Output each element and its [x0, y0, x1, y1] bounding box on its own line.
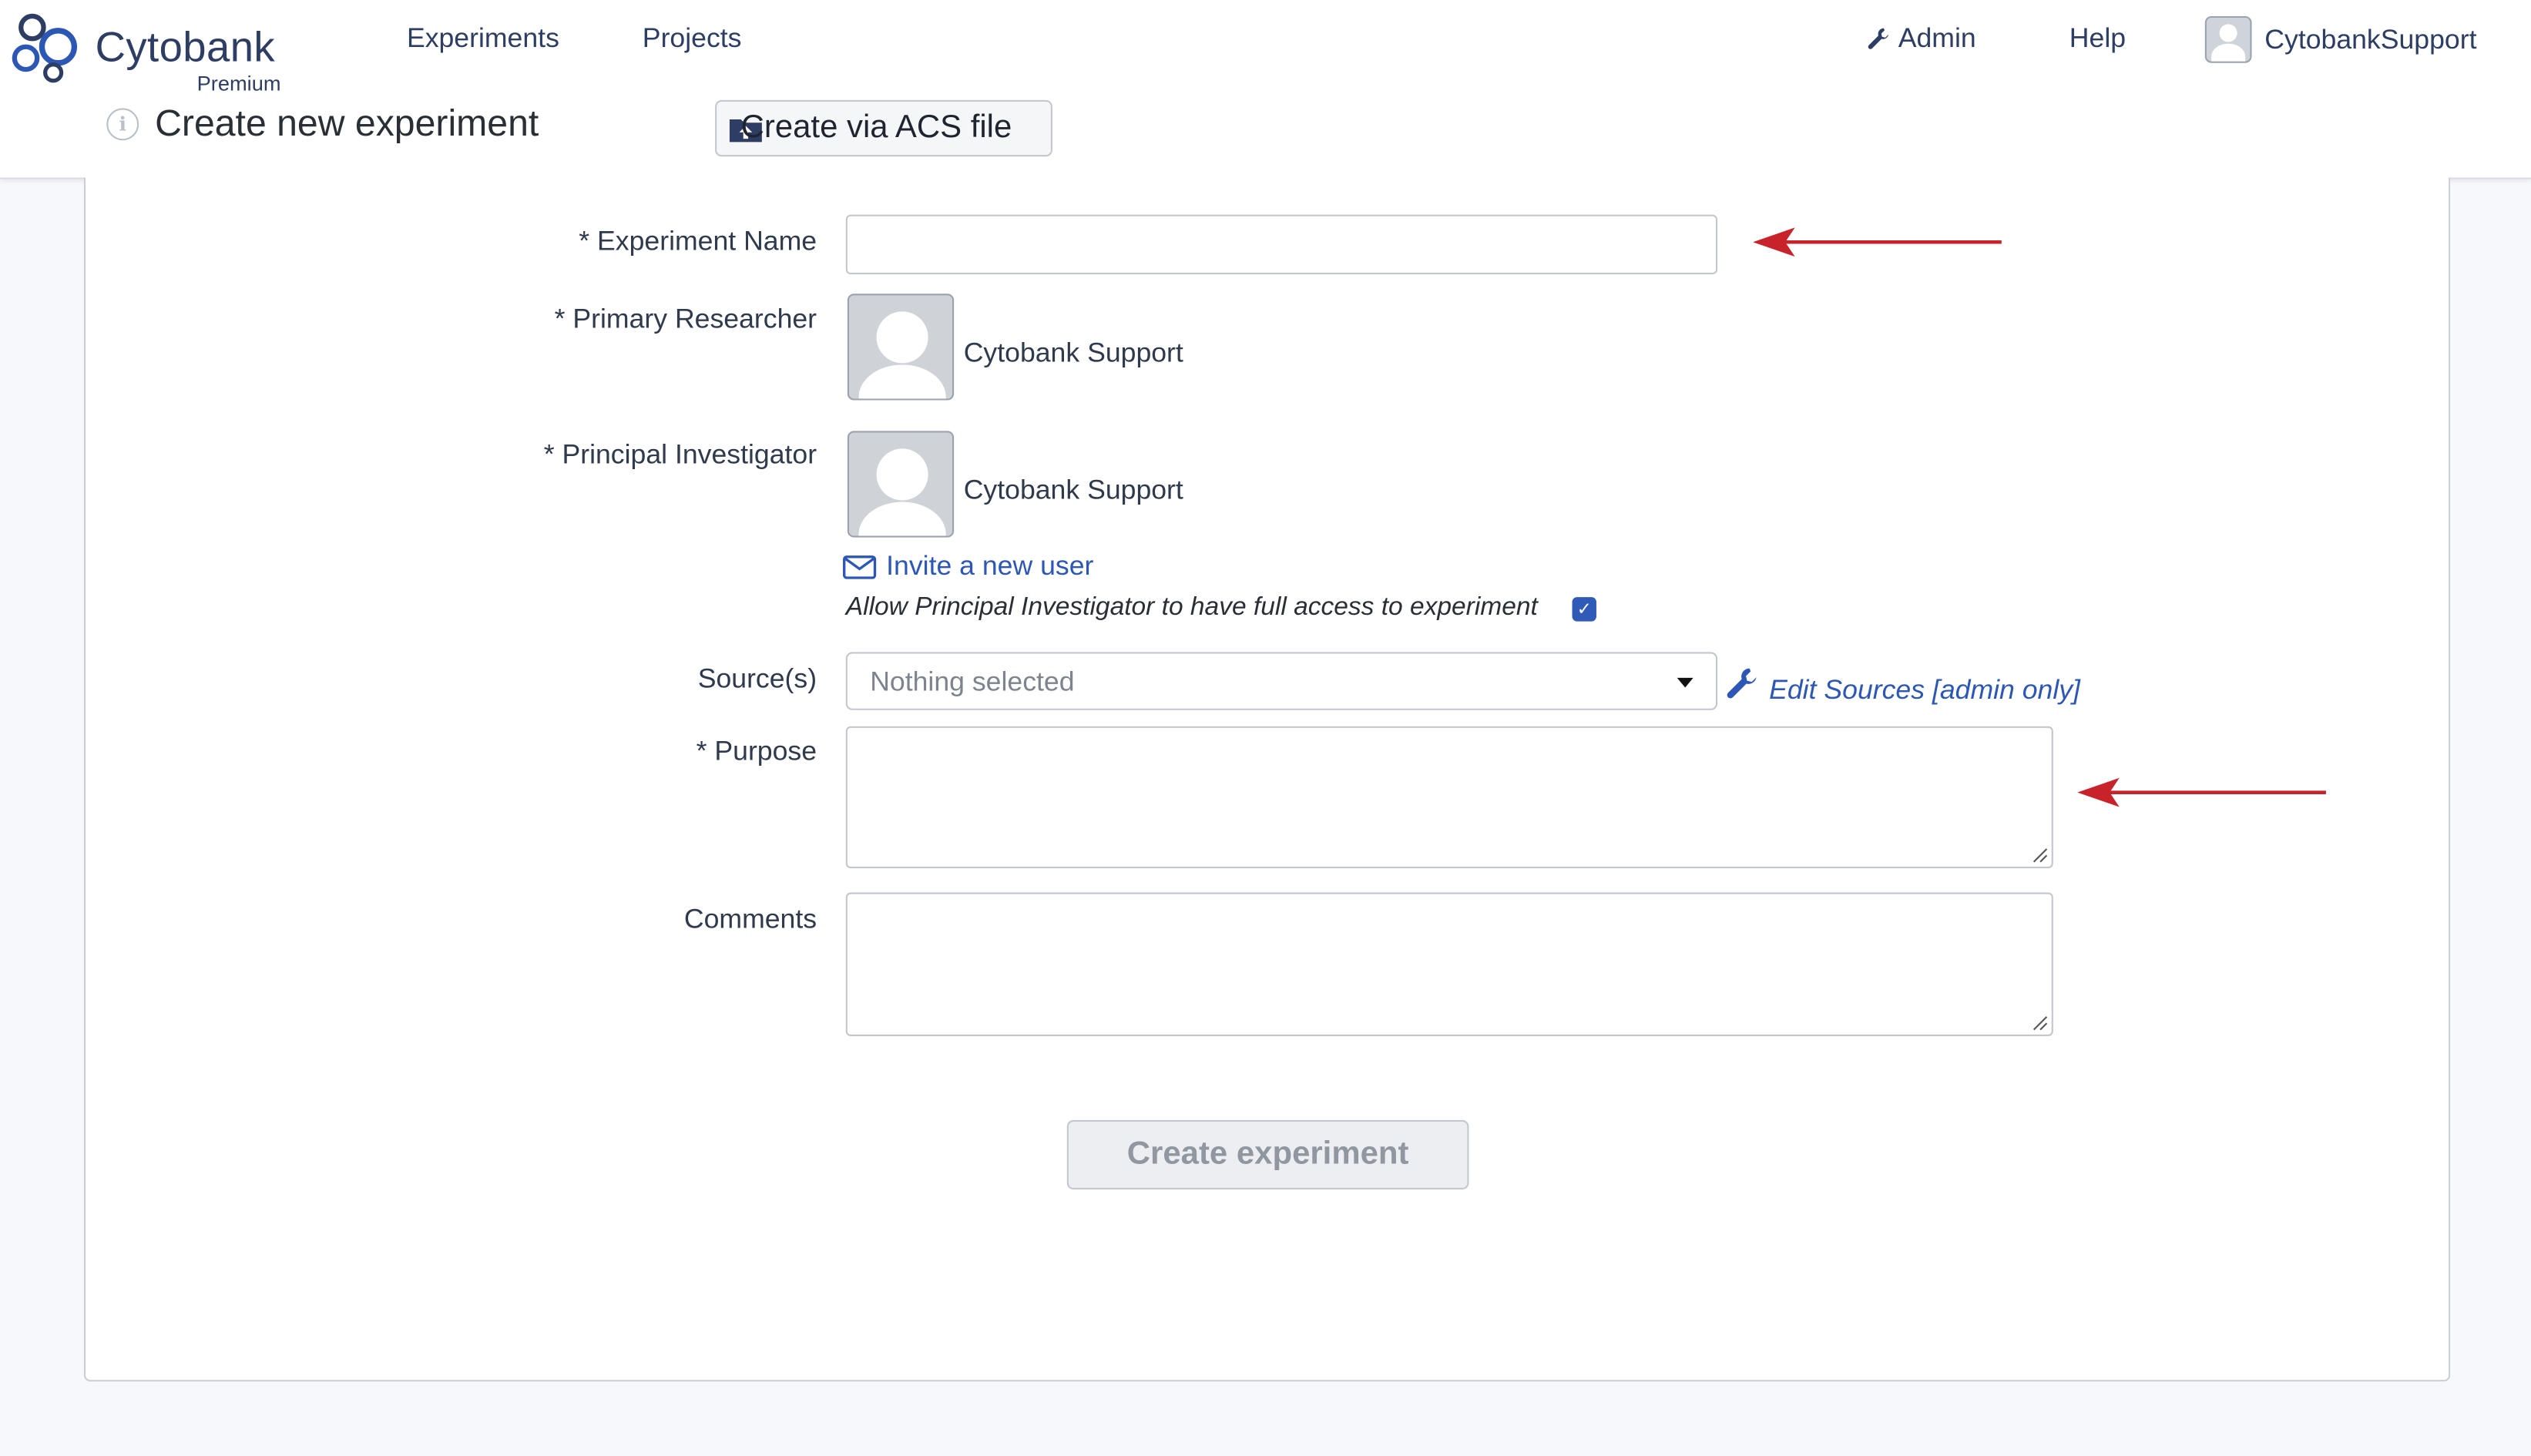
principal-investigator-label: * Principal Investigator: [543, 438, 817, 470]
comments-textarea[interactable]: [845, 892, 2053, 1036]
principal-investigator-avatar[interactable]: [847, 431, 955, 538]
nav-admin-label: Admin: [1898, 22, 1976, 54]
annotation-arrow-icon: [2077, 777, 2326, 807]
purpose-textarea[interactable]: [845, 726, 2053, 869]
comments-label: Comments: [683, 904, 817, 935]
primary-researcher-name: Cytobank Support: [963, 337, 1183, 368]
user-avatar: [2204, 15, 2252, 63]
page-title-row: i Create new experiment: [106, 102, 539, 146]
resize-handle-icon[interactable]: [2033, 847, 2049, 864]
nav-user-label: CytobankSupport: [2264, 23, 2477, 55]
experiment-name-label: * Experiment Name: [579, 226, 817, 257]
create-experiment-button[interactable]: Create experiment: [1066, 1119, 1469, 1190]
nav-admin[interactable]: Admin: [1866, 22, 1976, 55]
purpose-label: * Purpose: [696, 736, 817, 767]
nav-experiments[interactable]: Experiments: [407, 22, 559, 55]
logo-rings-icon: [12, 13, 78, 83]
cytobank-logo[interactable]: Cytobank Premium: [12, 8, 286, 96]
caret-down-icon: [1677, 677, 1693, 688]
sources-label: Source(s): [697, 663, 817, 694]
brand-name: Cytobank: [95, 22, 276, 72]
allow-full-access-text: Allow Principal Investigator to have ful…: [845, 593, 1538, 622]
create-via-acs-button[interactable]: Create via ACS file: [715, 99, 1052, 157]
invite-user-label: Invite a new user: [886, 550, 1094, 582]
edit-sources-label: Edit Sources [admin only]: [1769, 674, 2080, 706]
nav-user-menu[interactable]: CytobankSupport: [2204, 15, 2477, 63]
experiment-name-input[interactable]: [845, 214, 1718, 275]
top-header: Cytobank Premium Experiments Projects Ad…: [0, 0, 2531, 179]
brand-tier: Premium: [196, 71, 281, 96]
primary-researcher-avatar[interactable]: [847, 294, 955, 401]
sources-select[interactable]: Nothing selected: [845, 652, 1718, 710]
resize-handle-icon[interactable]: [2033, 1015, 2049, 1032]
primary-researcher-label: * Primary Researcher: [554, 303, 817, 334]
allow-full-access-checkbox[interactable]: ✓: [1572, 597, 1596, 622]
page-title: Create new experiment: [155, 101, 539, 144]
invite-user-link[interactable]: Invite a new user: [843, 550, 1094, 582]
envelope-icon: [843, 555, 877, 579]
wrench-icon: [1727, 668, 1757, 699]
principal-investigator-name: Cytobank Support: [963, 474, 1183, 505]
wrench-icon: [1868, 28, 1889, 49]
nav-help[interactable]: Help: [2069, 22, 2126, 55]
annotation-arrow-icon: [1753, 227, 2002, 257]
create-via-acs-label: Create via ACS file: [740, 109, 1012, 146]
info-icon[interactable]: i: [106, 107, 139, 140]
sources-placeholder: Nothing selected: [870, 666, 1075, 698]
nav-projects[interactable]: Projects: [643, 22, 742, 55]
edit-sources-link[interactable]: Edit Sources [admin only]: [1724, 660, 2080, 707]
